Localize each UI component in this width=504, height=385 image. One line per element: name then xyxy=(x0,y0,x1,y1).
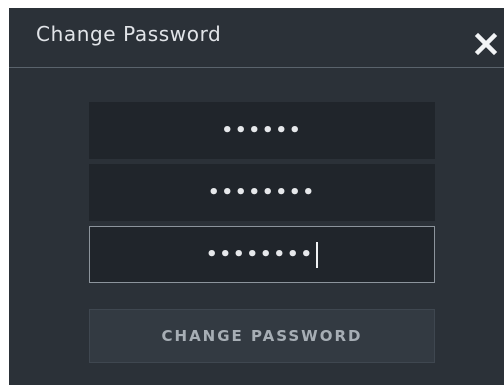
dialog-header: Change Password xyxy=(9,8,504,68)
dialog-title: Change Password xyxy=(36,22,222,46)
new-password-value: •••••••• xyxy=(207,182,317,203)
close-icon[interactable] xyxy=(474,32,498,56)
confirm-password-field[interactable]: •••••••• xyxy=(89,226,435,283)
change-password-dialog: Change Password •••••• •••••••• ••••••••… xyxy=(9,8,504,385)
current-password-field[interactable]: •••••• xyxy=(89,102,435,159)
confirm-password-value: •••••••• xyxy=(205,244,315,265)
change-password-button[interactable]: CHANGE PASSWORD xyxy=(89,309,435,363)
new-password-field[interactable]: •••••••• xyxy=(89,164,435,221)
current-password-value: •••••• xyxy=(221,120,303,141)
text-caret xyxy=(316,241,319,268)
